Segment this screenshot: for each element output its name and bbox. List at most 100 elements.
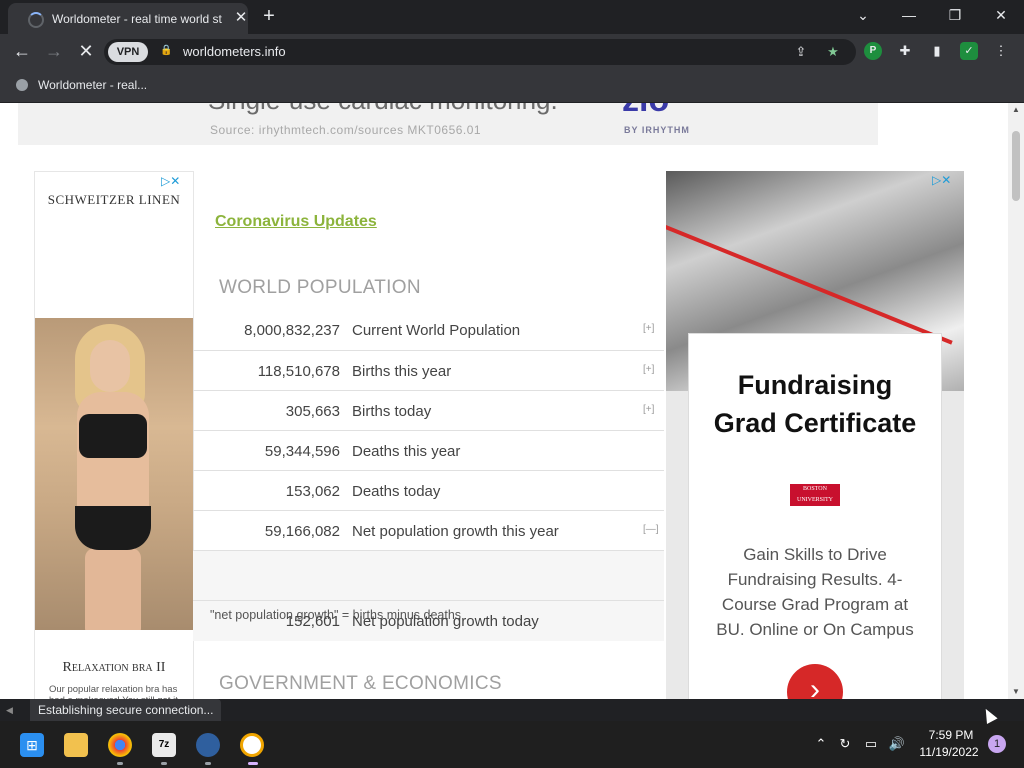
top-ad-brand: BY IRHYTHM: [624, 125, 690, 135]
tab-search-button[interactable]: ⌄: [848, 4, 878, 26]
top-ad-source: Source: irhythmtech.com/sources MKT0656.…: [210, 123, 482, 137]
bookmark-worldometer[interactable]: Worldometer - real...: [38, 78, 147, 92]
right-ad-title: Fundraising Grad Certificate: [689, 366, 941, 442]
running-indicator: [205, 762, 211, 765]
running-indicator: [161, 762, 167, 765]
notification-badge[interactable]: 1: [988, 735, 1006, 753]
close-window-button[interactable]: ✕: [986, 4, 1016, 26]
left-ad-text: Our popular relaxation bra has had a mak…: [49, 684, 178, 699]
counter-value: 8,000,832,237: [244, 322, 340, 339]
coronavirus-updates-link[interactable]: Coronavirus Updates: [215, 213, 377, 231]
counter-label: Net population growth this year: [352, 523, 559, 540]
minimize-button[interactable]: —: [894, 4, 924, 26]
tab-title: Worldometer - real time world st: [52, 12, 222, 26]
counter-label: Current World Population: [352, 322, 521, 339]
model-legs: [85, 548, 141, 630]
right-sidebar-ad[interactable]: ▷✕ Fundraising Grad Certificate BOSTON U…: [666, 171, 964, 699]
world-population-heading: WORLD POPULATION: [219, 277, 421, 298]
app-globe-icon[interactable]: [196, 733, 220, 757]
top-banner-ad[interactable]: Single-use cardiac monitoring. Source: i…: [18, 103, 878, 145]
forward-button[interactable]: →: [42, 39, 66, 63]
expand-toggle[interactable]: [+]: [643, 404, 654, 415]
running-indicator: [117, 762, 123, 765]
counter-row: 118,510,678 Births this year [+]: [193, 350, 664, 391]
start-windows-icon[interactable]: ⊞: [20, 733, 44, 757]
back-button[interactable]: ←: [10, 39, 34, 63]
ad-choices-icon[interactable]: ▷✕: [161, 174, 180, 188]
counter-label: Births this year: [352, 363, 452, 380]
expand-toggle[interactable]: [+]: [643, 323, 654, 334]
status-strip: ◀ Establishing secure connection...: [0, 699, 1024, 721]
left-sidebar-ad[interactable]: ▷✕ SCHWEITZER LINEN Relaxation bra II Ou…: [34, 171, 194, 699]
counter-label: Deaths this year: [352, 443, 461, 460]
chrome-icon[interactable]: [108, 733, 132, 757]
tab-close-button[interactable]: ✕: [232, 8, 250, 28]
side-panel-icon[interactable]: ▮: [928, 42, 946, 60]
counter-value: 152,601: [285, 613, 340, 630]
right-ad-title-line2: Grad Certificate: [713, 408, 917, 438]
extensions-puzzle-icon[interactable]: ✚: [896, 42, 914, 60]
scroll-up-arrow-icon[interactable]: ▲: [1012, 105, 1020, 114]
share-icon[interactable]: ⇪: [792, 43, 810, 61]
tray-overflow-chevron-icon[interactable]: ⌃: [812, 735, 830, 753]
chrome-beta-icon[interactable]: [240, 733, 264, 757]
left-ad-photo: [35, 318, 193, 630]
counter-value: 153,062: [285, 483, 340, 500]
counter-row: 59,344,596 Deaths this year: [193, 430, 664, 471]
network-icon[interactable]: ▭: [862, 735, 880, 753]
left-ad-brand: SCHWEITZER LINEN: [47, 192, 181, 207]
counter-row: 59,166,082 Net population growth this ye…: [193, 510, 664, 551]
counter-value: 59,344,596: [264, 443, 340, 460]
scroll-down-arrow-icon[interactable]: ▼: [1012, 687, 1020, 696]
vertical-scrollbar[interactable]: ▲ ▼: [1008, 103, 1024, 699]
status-bubble: Establishing secure connection...: [30, 699, 222, 721]
browser-tab[interactable]: Worldometer - real time world st ✕: [8, 3, 248, 34]
counter-label: Deaths today: [352, 483, 441, 500]
url-text[interactable]: worldometers.info: [183, 44, 286, 59]
counter-value: 59,166,082: [264, 523, 340, 540]
restore-button[interactable]: ❐: [940, 4, 970, 26]
bookmark-star-icon[interactable]: ★: [824, 43, 842, 61]
model-brief: [75, 506, 151, 550]
7zip-icon[interactable]: 7z: [152, 733, 176, 757]
file-explorer-icon[interactable]: [64, 733, 88, 757]
right-ad-next-button[interactable]: ›: [787, 664, 843, 699]
globe-icon: [16, 79, 28, 91]
right-ad-card: Fundraising Grad Certificate BOSTON UNIV…: [688, 333, 942, 699]
lock-icon[interactable]: 🔒: [160, 45, 172, 57]
model-face: [90, 340, 130, 392]
model-bra: [79, 414, 147, 458]
volume-icon[interactable]: 🔊: [888, 735, 906, 753]
stop-loading-button[interactable]: ✕: [74, 39, 98, 63]
menu-kebab-icon[interactable]: ⋮: [992, 42, 1010, 60]
active-indicator: [248, 762, 258, 765]
title-bar: Worldometer - real time world st ✕ + ⌄ —…: [0, 0, 1024, 34]
horizontal-scroll-left-icon[interactable]: ◀: [6, 705, 28, 717]
right-ad-text: Gain Skills to Drive Fundraising Results…: [716, 545, 914, 639]
ad-choices-icon[interactable]: ▷✕: [932, 173, 951, 187]
sync-icon[interactable]: ↻: [836, 735, 854, 753]
counter-label: Net population growth today: [352, 613, 539, 630]
scroll-thumb[interactable]: [1012, 131, 1020, 201]
expand-toggle[interactable]: [+]: [643, 364, 654, 375]
counter-row: 153,062 Deaths today: [193, 470, 664, 511]
bookmarks-bar: Worldometer - real...: [0, 70, 1024, 103]
page-viewport[interactable]: Single-use cardiac monitoring. Source: i…: [0, 103, 1008, 699]
top-ad-headline: Single-use cardiac monitoring.: [208, 103, 558, 116]
collapse-toggle[interactable]: [—]: [643, 524, 659, 535]
browser-toolbar: ← → ✕ VPN 🔒 worldometers.info ⇪ ★ P ✚ ▮ …: [0, 34, 1024, 70]
counter-value: 305,663: [285, 403, 340, 420]
counter-row: 305,663 Births today [+]: [193, 390, 664, 431]
extension-p-icon[interactable]: P: [864, 42, 882, 60]
new-tab-button[interactable]: +: [258, 3, 280, 29]
clock-time[interactable]: 7:59 PM: [926, 728, 976, 742]
counter-row: 152,601 Net population growth today: [193, 600, 664, 641]
vpn-badge[interactable]: VPN: [108, 42, 148, 62]
address-bar[interactable]: VPN 🔒 worldometers.info ⇪ ★: [104, 39, 856, 65]
shield-extension-icon[interactable]: ✓: [960, 42, 978, 60]
clock-date[interactable]: 11/19/2022: [916, 745, 982, 759]
left-ad-title: Relaxation bra II: [62, 660, 166, 675]
counter-row: 8,000,832,237 Current World Population […: [193, 310, 664, 350]
right-ad-title-line1: Fundraising: [737, 370, 893, 400]
boston-university-logo: BOSTON UNIVERSITY: [790, 484, 840, 506]
